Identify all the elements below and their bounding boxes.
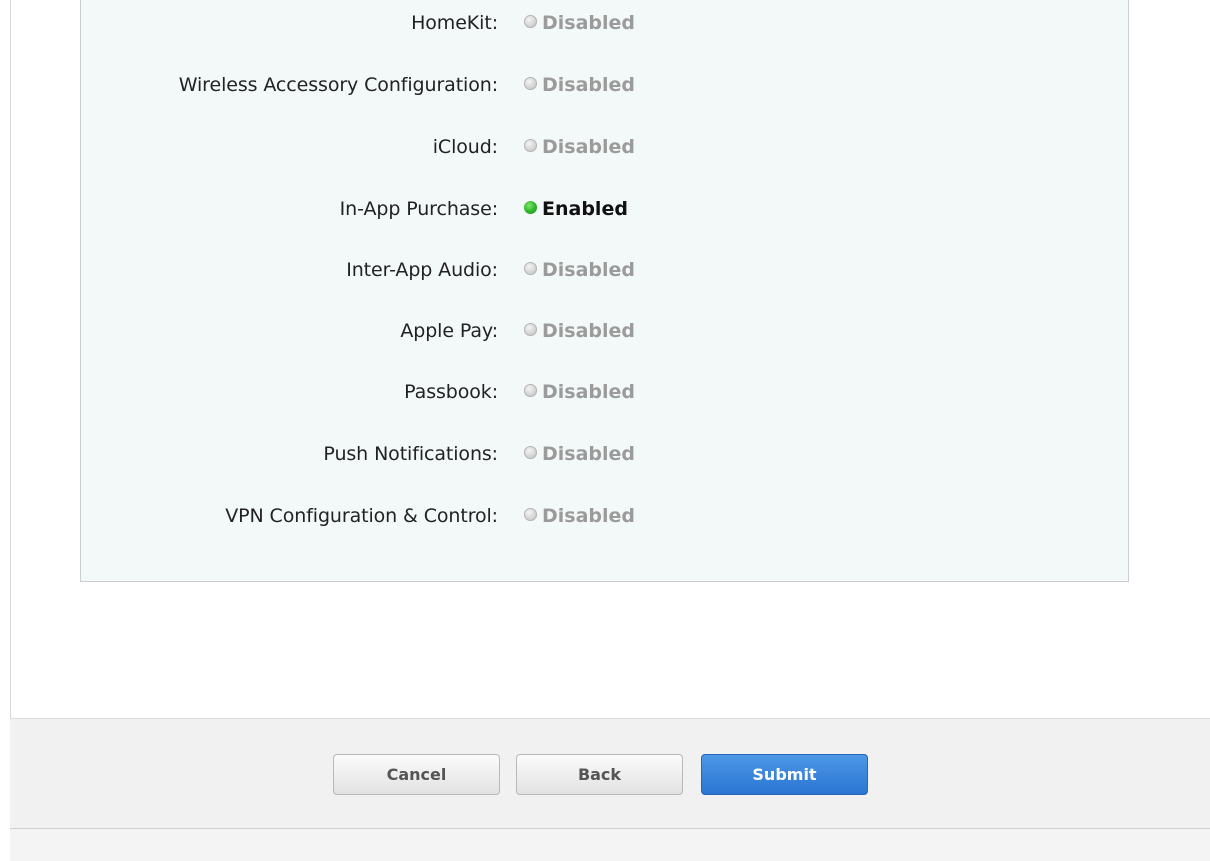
service-row-icloud: iCloud: Disabled <box>81 132 1128 162</box>
service-status: Disabled <box>524 381 635 403</box>
status-text: Disabled <box>542 259 636 281</box>
page-bottom-strip <box>10 829 1210 861</box>
service-row-inter-app-audio: Inter-App Audio: Disabled <box>81 255 1128 285</box>
app-services-panel: HomeKit: Disabled Wireless Accessory Con… <box>80 0 1129 582</box>
service-row-apple-pay: Apple Pay: Disabled <box>81 316 1128 346</box>
status-disabled-icon <box>524 446 537 459</box>
status-text: Disabled <box>542 505 636 527</box>
service-label: iCloud: <box>432 136 498 158</box>
back-button[interactable]: Back <box>516 754 683 795</box>
status-disabled-icon <box>524 262 537 275</box>
service-row-wireless-accessory: Wireless Accessory Configuration: Disabl… <box>81 70 1128 100</box>
service-status: Disabled <box>524 136 635 158</box>
status-text: Disabled <box>542 12 636 34</box>
app-services-page: HomeKit: Disabled Wireless Accessory Con… <box>0 0 1210 861</box>
status-disabled-icon <box>524 384 537 397</box>
status-disabled-icon <box>524 15 537 28</box>
status-disabled-icon <box>524 508 537 521</box>
service-row-in-app-purchase: In-App Purchase: Enabled <box>81 194 1128 224</box>
status-disabled-icon <box>524 139 537 152</box>
service-label: Push Notifications: <box>323 443 498 465</box>
left-divider <box>10 0 11 718</box>
service-label: Passbook: <box>404 381 498 403</box>
service-row-push-notifications: Push Notifications: Disabled <box>81 439 1128 469</box>
status-text: Disabled <box>542 136 636 158</box>
service-label: Wireless Accessory Configuration: <box>178 74 498 96</box>
service-status: Disabled <box>524 505 635 527</box>
submit-button[interactable]: Submit <box>701 754 868 795</box>
cancel-button[interactable]: Cancel <box>333 754 500 795</box>
service-status: Disabled <box>524 320 635 342</box>
status-text: Disabled <box>542 74 636 96</box>
service-label: HomeKit: <box>411 12 498 34</box>
status-text: Disabled <box>542 381 636 403</box>
service-label: VPN Configuration & Control: <box>225 505 498 527</box>
service-status: Disabled <box>524 74 635 96</box>
service-status: Disabled <box>524 259 635 281</box>
service-label: Apple Pay: <box>400 320 498 342</box>
service-status: Disabled <box>524 12 635 34</box>
status-text: Disabled <box>542 320 636 342</box>
status-enabled-icon <box>524 201 537 214</box>
service-status: Enabled <box>524 198 628 220</box>
service-label: In-App Purchase: <box>339 198 498 220</box>
service-label: Inter-App Audio: <box>346 259 498 281</box>
service-row-passbook: Passbook: Disabled <box>81 377 1128 407</box>
status-disabled-icon <box>524 77 537 90</box>
status-text: Disabled <box>542 443 636 465</box>
service-row-vpn: VPN Configuration & Control: Disabled <box>81 501 1128 531</box>
status-disabled-icon <box>524 323 537 336</box>
status-text: Enabled <box>542 198 628 220</box>
form-footer: Cancel Back Submit <box>10 718 1210 829</box>
service-row-homekit: HomeKit: Disabled <box>81 8 1128 38</box>
service-status: Disabled <box>524 443 635 465</box>
